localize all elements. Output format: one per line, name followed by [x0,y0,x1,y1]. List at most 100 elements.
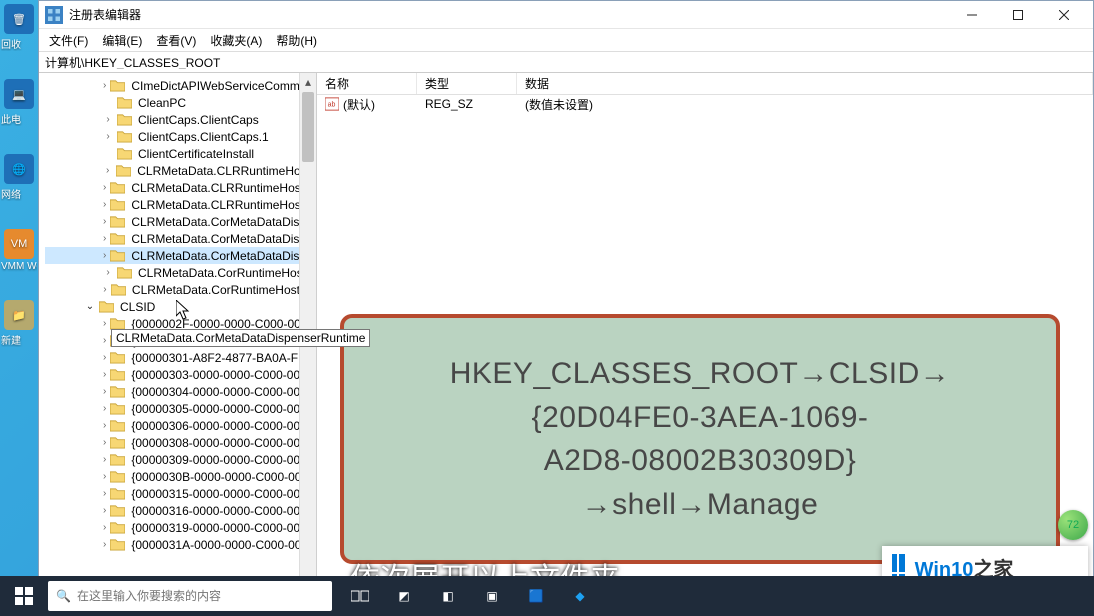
chevron-right-icon[interactable]: › [103,488,106,499]
menu-edit[interactable]: 编辑(E) [102,32,142,49]
chevron-right-icon[interactable]: › [103,131,113,142]
callout-line: A2D8-08002B30309D} [544,444,857,477]
tree-node[interactable]: › {00000319-0000-0000-C000-000000000 [45,519,316,536]
desktop-icons: 🗑回收 💻此电 🌐网络 VMVMM Work- 📁新建 [0,0,38,616]
col-type[interactable]: 类型 [417,73,517,94]
tree-node[interactable]: › CLRMetaData.CorRuntimeHost [45,264,316,281]
chevron-right-icon[interactable]: › [103,522,106,533]
desktop-icon-network[interactable]: 🌐网络 [0,154,38,201]
tree-node[interactable]: ›{0000031A-0000-0000-C000-000000000 [45,536,316,553]
folder-icon [117,113,132,126]
desktop-icon-thispc[interactable]: 💻此电 [0,79,38,126]
menu-fav[interactable]: 收藏夹(A) [210,32,262,49]
tree-node[interactable]: ›CLRMetaData.CorMetaDataDispenser.2 [45,230,316,247]
tree-node-label: {00000306-0000-0000-C000-000000000 [129,419,316,433]
chevron-right-icon[interactable]: › [103,233,106,244]
tree-node[interactable]: ›ClientCaps.ClientCaps.1 [45,128,316,145]
tree-node[interactable]: › {00000306-0000-0000-C000-000000000 [45,417,316,434]
chevron-right-icon[interactable]: › [103,454,106,465]
tree-node[interactable]: ›{0000030B-0000-0000-C000-000000000 [45,468,316,485]
chevron-right-icon[interactable]: › [103,318,106,329]
tree-node-label: {00000308-0000-0000-C000-000000000 [129,436,316,450]
tree-node[interactable]: ›{00000315-0000-0000-C000-000000000 [45,485,316,502]
chevron-right-icon[interactable]: › [103,386,106,397]
chevron-right-icon[interactable]: › [103,165,112,176]
desktop-icon-vmware[interactable]: VMVMM Work- [0,229,38,272]
chevron-right-icon[interactable]: › [103,420,106,431]
taskbar-app-2[interactable]: ◧ [426,576,470,616]
titlebar[interactable]: 注册表编辑器 [39,1,1093,29]
tree-node-label: CImeDictAPIWebServiceComment.15 [129,79,316,93]
tree-node[interactable]: ›{00000303-0000-0000-C000-000000000 [45,366,316,383]
tree-node[interactable]: › CImeDictAPIWebServiceComment.15 [45,77,316,94]
tree-node[interactable]: › {00000308-0000-0000-C000-000000000 [45,434,316,451]
string-value-icon: ab [325,97,339,111]
folder-icon [110,351,125,364]
chevron-right-icon[interactable]: › [103,335,106,346]
list-row[interactable]: ab (默认) REG_SZ (数值未设置) [317,95,1093,113]
menu-view[interactable]: 查看(V) [156,32,196,49]
maximize-button[interactable] [995,1,1041,28]
tree-node[interactable]: ›CLRMetaData.CLRRuntimeHost [45,162,316,179]
scroll-thumb[interactable] [302,92,314,162]
tree-node-label: {00000305-0000-0000-C000-000000000 [129,402,316,416]
folder-icon [110,538,125,551]
tree-node[interactable]: ›CLRMetaData.CLRRuntimeHost.1 [45,179,316,196]
chevron-right-icon[interactable]: › [103,403,106,414]
chevron-right-icon[interactable]: › [103,471,106,482]
taskbar-app-3[interactable]: ▣ [470,576,514,616]
chevron-right-icon[interactable]: › [103,284,107,295]
desktop-icon-new[interactable]: 📁新建 [0,300,38,347]
tree-node[interactable]: ›{00000309-0000-0000-C000-000000000 [45,451,316,468]
chevron-right-icon[interactable]: › [103,352,106,363]
col-name[interactable]: 名称 [317,73,417,94]
start-button[interactable] [0,576,48,616]
taskbar-search[interactable]: 🔍 [48,581,332,611]
task-view-button[interactable] [338,576,382,616]
list-header[interactable]: 名称 类型 数据 [317,73,1093,95]
tree-node[interactable]: CleanPC [45,94,316,111]
chevron-right-icon[interactable]: › [103,539,106,550]
chevron-down-icon[interactable]: ⌄ [85,301,95,312]
tree-node[interactable]: ›CLRMetaData.CorMetaDataDispenser [45,213,316,230]
tree-node[interactable]: ›CLRMetaData.CLRRuntimeHost.2 [45,196,316,213]
tree-node-label: CLRMetaData.CorRuntimeHost [136,266,308,280]
chevron-right-icon[interactable]: › [103,250,106,261]
tree-node-label: {00000304-0000-0000-C000-000000000 [129,385,316,399]
tree-pane: ›CImeDictAPIWebServiceComment.15CleanPC›… [39,73,317,597]
search-input[interactable] [77,589,324,603]
chevron-right-icon[interactable]: › [103,182,106,193]
address-input[interactable] [45,55,1087,69]
tree-node-label: {00000319-0000-0000-C000-000000000 [129,521,316,535]
tree-node[interactable]: ›CLRMetaData.CorRuntimeHost.2 [45,281,316,298]
registry-tree[interactable]: ›CImeDictAPIWebServiceComment.15CleanPC›… [45,77,316,553]
chevron-right-icon[interactable]: › [103,80,106,91]
tree-node[interactable]: ›CLRMetaData.CorMetaDataDispenserRun [45,247,316,264]
minimize-button[interactable] [949,1,995,28]
menu-file[interactable]: 文件(F) [49,32,88,49]
chevron-right-icon[interactable]: › [103,216,106,227]
tree-node[interactable]: ClientCertificateInstall [45,145,316,162]
close-button[interactable] [1041,1,1087,28]
menu-help[interactable]: 帮助(H) [276,32,317,49]
chevron-right-icon[interactable]: › [103,114,113,125]
chevron-right-icon[interactable]: › [103,199,106,210]
chevron-right-icon[interactable]: › [103,267,113,278]
callout-line: {20D04FE0-3AEA-1069- [532,401,869,434]
tree-node[interactable]: › {00000305-0000-0000-C000-000000000 [45,400,316,417]
chevron-right-icon[interactable]: › [103,505,106,516]
tree-node[interactable]: ⌄CLSID [45,298,316,315]
taskbar-app-4[interactable]: 🟦 [514,576,558,616]
address-bar[interactable] [39,51,1093,73]
tree-node[interactable]: ›{00000316-0000-0000-C000-000000000 [45,502,316,519]
tree-node[interactable]: › {00000304-0000-0000-C000-000000000 [45,383,316,400]
taskbar-app-1[interactable]: ◩ [382,576,426,616]
tree-node[interactable]: ›ClientCaps.ClientCaps [45,111,316,128]
col-data[interactable]: 数据 [517,73,1093,94]
scroll-up-icon[interactable]: ▴ [300,73,316,90]
tree-node[interactable]: ›{00000301-A8F2-4877-BA0A-FD2B6645 [45,349,316,366]
chevron-right-icon[interactable]: › [103,437,106,448]
taskbar-app-5[interactable]: ◆ [558,576,602,616]
desktop-icon-recycle[interactable]: 🗑回收 [0,4,38,51]
chevron-right-icon[interactable]: › [103,369,106,380]
